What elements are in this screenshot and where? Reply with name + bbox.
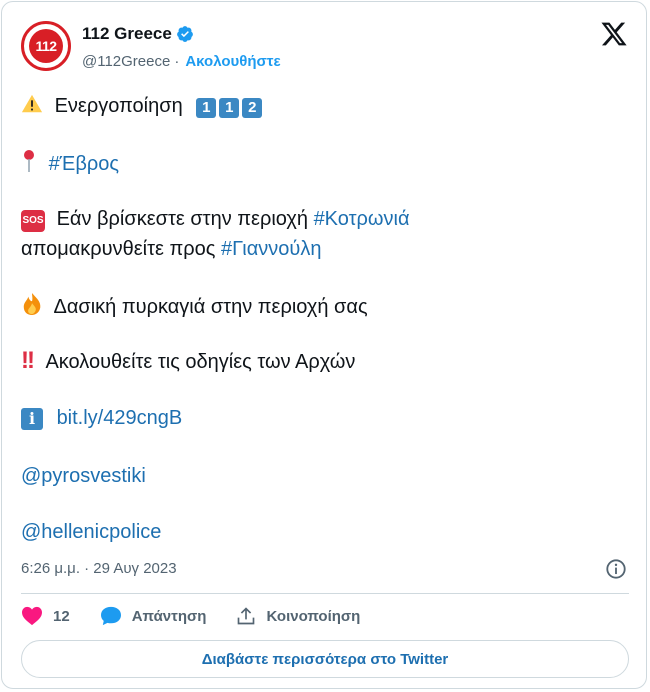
reply-button[interactable]: Απάντηση — [100, 606, 207, 626]
fire-text: Δασική πυρκαγιά στην περιοχή σας — [53, 296, 368, 318]
tweet-line-instructions: SOS Εάν βρίσκεστε στην περιοχή #Κοτρωνιά — [21, 206, 410, 232]
mention-hellenicpolice[interactable]: @hellenicpolice — [21, 521, 161, 543]
tweet-line-fire: Δασική πυρκαγιά στην περιοχή σας — [21, 292, 368, 320]
warning-icon — [21, 94, 43, 113]
tweet-line-info-link: i bit.ly/429cngB — [21, 405, 182, 431]
short-link[interactable]: bit.ly/429cngB — [57, 407, 183, 429]
keycap-2-icon: 2 — [242, 98, 263, 118]
action-bar: 12 Απάντηση Κοινοποίηση — [21, 606, 360, 626]
hashtag-evros[interactable]: #Έβρος — [49, 153, 119, 175]
author-name[interactable]: 112 Greece — [82, 24, 172, 44]
information-icon: i — [21, 408, 43, 430]
info-circle-icon[interactable] — [605, 558, 627, 580]
tweet-timestamp[interactable]: 6:26 μ.μ. · 29 Αυγ 2023 — [21, 560, 177, 577]
author-handle[interactable]: @112Greece — [82, 53, 170, 70]
tweet-line-activation: Ενεργοποίηση 112 — [21, 93, 263, 119]
mention-pyrosvestiki[interactable]: @pyrosvestiki — [21, 465, 146, 487]
keycap-1-icon: 1 — [219, 98, 240, 118]
tweet-line-location: #Έβρος — [21, 149, 119, 177]
share-button[interactable]: Κοινοποίηση — [236, 606, 360, 626]
double-exclamation-icon: !! — [21, 347, 35, 374]
author-name-row: 112 Greece — [82, 24, 194, 44]
reply-label: Απάντηση — [131, 607, 207, 625]
share-label: Κοινοποίηση — [266, 607, 361, 625]
reply-bubble-icon — [100, 606, 121, 626]
share-icon — [238, 607, 255, 625]
avatar[interactable]: 112 — [21, 21, 71, 71]
hashtag-kotronia[interactable]: #Κοτρωνιά — [314, 208, 410, 230]
read-more-button[interactable]: Διαβάστε περισσότερα στο Twitter — [21, 640, 629, 678]
instruction-text: Εάν βρίσκεστε στην περιοχή — [56, 208, 308, 230]
sos-icon: SOS — [21, 210, 45, 232]
divider — [21, 593, 629, 594]
fire-icon — [23, 293, 41, 315]
tweet-line-evacuate: απομακρυνθείτε προς #Γιαννούλη — [21, 236, 321, 262]
avatar-logo: 112 — [29, 29, 63, 63]
authorities-text: Ακολουθείτε τις οδηγίες των Αρχών — [45, 351, 356, 373]
heart-icon — [22, 606, 42, 626]
follow-button[interactable]: Ακολουθήστε — [185, 53, 280, 70]
tweet-line-mention-1: @pyrosvestiki — [21, 463, 146, 489]
activation-text: Ενεργοποίηση — [54, 95, 183, 117]
tweet-line-mention-2: @hellenicpolice — [21, 519, 161, 545]
tweet-line-follow-authorities: !! Ακολουθείτε τις οδηγίες των Αρχών — [21, 348, 355, 375]
keycap-1-icon: 1 — [196, 98, 217, 118]
separator-dot: · — [174, 53, 180, 70]
hashtag-giannouli[interactable]: #Γιαννούλη — [221, 238, 321, 260]
tweet-card: 112 112 Greece @112Greece · Ακολουθήστε … — [1, 1, 647, 689]
like-count: 12 — [53, 607, 70, 625]
verified-badge-icon — [176, 26, 193, 42]
author-handle-row: @112Greece · Ακολουθήστε — [82, 53, 281, 70]
pushpin-icon — [24, 150, 34, 172]
x-logo-icon[interactable] — [600, 20, 628, 48]
evacuate-text: απομακρυνθείτε προς — [21, 238, 216, 260]
like-button[interactable]: 12 — [21, 606, 70, 626]
